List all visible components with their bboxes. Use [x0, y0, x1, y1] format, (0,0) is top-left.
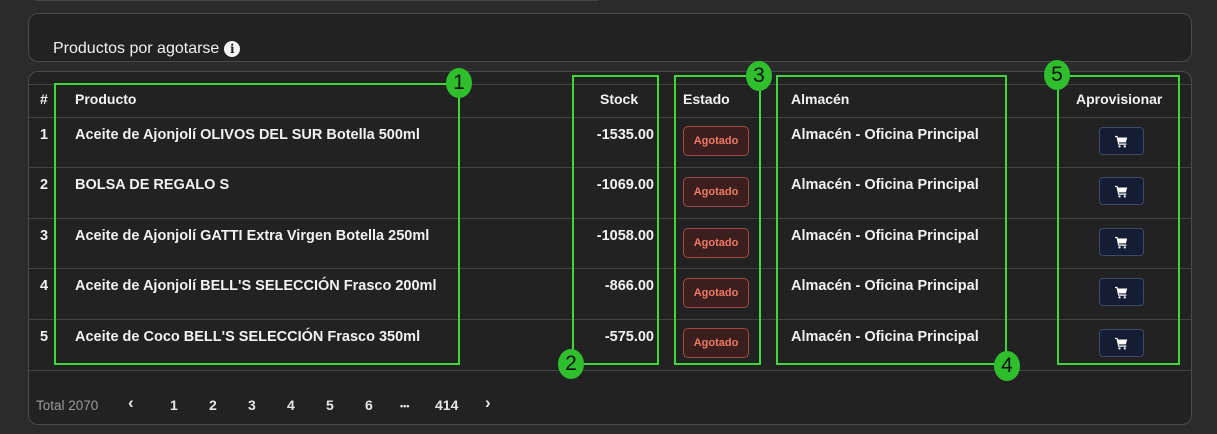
annotation-marker: 4 [994, 351, 1020, 381]
pagination-page[interactable]: 3 [248, 397, 256, 413]
pagination-total: Total 2070 [36, 398, 99, 413]
annotation-box-warehouse [776, 75, 1007, 365]
row-index: 2 [40, 177, 49, 193]
annotation-box-status [674, 75, 761, 365]
pagination-page[interactable]: 6 [365, 397, 373, 413]
annotation-box-stock [572, 75, 659, 365]
annotation-marker: 2 [558, 349, 584, 379]
pagination-page[interactable]: 4 [287, 397, 295, 413]
pagination-prev-icon[interactable]: ‹ [128, 393, 134, 413]
annotation-box-product [54, 83, 460, 365]
annotation-marker: 5 [1044, 60, 1070, 90]
pagination-page[interactable]: 2 [209, 397, 217, 413]
info-icon[interactable]: i [224, 41, 241, 57]
row-index: 1 [40, 127, 49, 143]
annotation-marker: 1 [446, 68, 472, 98]
row-index: 4 [40, 278, 49, 294]
row-index: 3 [40, 228, 49, 244]
top-card-edge [31, 0, 603, 1]
pagination-page[interactable]: 1 [170, 397, 178, 413]
row-index: 5 [40, 329, 49, 345]
section-title-text: Productos por agotarse [53, 40, 220, 57]
pagination-page[interactable]: 5 [326, 397, 334, 413]
annotation-box-supply [1057, 75, 1180, 365]
pagination-ellipsis[interactable]: ••• [400, 401, 409, 411]
pagination-next-icon[interactable]: › [485, 393, 491, 413]
pagination-page-last[interactable]: 414 [435, 397, 458, 413]
column-header-index: # [40, 91, 48, 107]
annotation-marker: 3 [746, 61, 772, 91]
section-title: Productos por agotarse i [53, 40, 241, 58]
section-header-card: Productos por agotarse i [28, 13, 1192, 62]
